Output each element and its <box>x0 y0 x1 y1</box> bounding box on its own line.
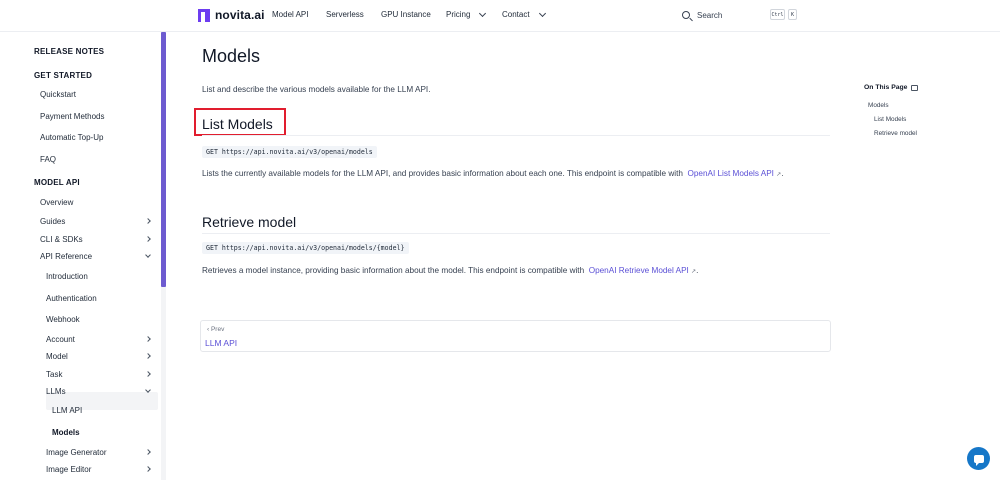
highlight-box <box>194 108 286 136</box>
sidebar-item-payment-methods[interactable]: Payment Methods <box>40 112 104 121</box>
sidebar-item-guides[interactable]: Guides <box>40 217 65 226</box>
nav-gpu-instance[interactable]: GPU Instance <box>381 10 431 19</box>
nav-label: Contact <box>502 10 530 19</box>
sidebar-section-release-notes[interactable]: RELEASE NOTES <box>34 47 104 56</box>
prev-page-card[interactable]: ‹ Prev LLM API <box>200 320 831 352</box>
link-openai-list-models[interactable]: OpenAI List Models API <box>687 169 773 178</box>
sidebar-item-llm-api[interactable]: LLM API <box>52 406 82 415</box>
sidebar-item-cli-sdks[interactable]: CLI & SDKs <box>40 235 83 244</box>
toc-item-models[interactable]: Models <box>868 102 889 109</box>
endpoint-retrieve-model: GET https://api.novita.ai/v3/openai/mode… <box>202 242 409 254</box>
toc-item-list-models[interactable]: List Models <box>874 116 906 123</box>
intro-text: List and describe the various models ava… <box>202 85 431 94</box>
nav-label: Serverless <box>326 10 364 19</box>
sidebar-item-authentication[interactable]: Authentication <box>46 294 97 303</box>
toc-title: On This Page <box>864 84 919 91</box>
list-models-description: Lists the currently available models for… <box>202 167 834 182</box>
trailing-period: . <box>696 266 699 275</box>
retrieve-model-description-text: Retrieves a model instance, providing ba… <box>202 266 585 275</box>
nav-serverless[interactable]: Serverless <box>326 10 364 19</box>
sidebar-item-automatic-top-up[interactable]: Automatic Top-Up <box>40 133 103 142</box>
sidebar-section-get-started[interactable]: GET STARTED <box>34 71 92 80</box>
heading-retrieve-model[interactable]: Retrieve model <box>202 214 296 230</box>
chat-button[interactable] <box>967 447 990 470</box>
search-label: Search <box>697 10 723 20</box>
nav-label: GPU Instance <box>381 10 431 19</box>
logo[interactable]: novita.ai <box>198 8 265 22</box>
sidebar-item-model[interactable]: Model <box>46 352 68 361</box>
top-header: novita.ai Model API Serverless GPU Insta… <box>0 0 1000 32</box>
list-models-description-text: Lists the currently available models for… <box>202 169 683 178</box>
chat-icon <box>973 454 984 466</box>
novita-logo-icon <box>198 8 210 22</box>
sidebar-item-webhook[interactable]: Webhook <box>46 315 80 324</box>
sidebar-item-faq[interactable]: FAQ <box>40 155 56 164</box>
page-title: Models <box>202 46 261 66</box>
toc-title-text: On This Page <box>864 84 908 91</box>
chevron-down-icon <box>479 9 487 17</box>
nav-pricing[interactable]: Pricing <box>446 9 487 19</box>
sidebar-section-model-api[interactable]: MODEL API <box>34 178 80 187</box>
nav-contact[interactable]: Contact <box>502 9 546 19</box>
divider <box>202 135 830 136</box>
chevron-down-icon <box>538 9 546 17</box>
sidebar-item-task[interactable]: Task <box>46 370 62 379</box>
divider <box>202 233 830 234</box>
sidebar-item-api-reference[interactable]: API Reference <box>40 252 92 261</box>
retrieve-model-description: Retrieves a model instance, providing ba… <box>202 264 834 279</box>
nav-label: Model API <box>272 10 309 19</box>
sidebar-item-introduction[interactable]: Introduction <box>46 272 88 281</box>
sidebar-scrollbar[interactable] <box>161 32 166 480</box>
sidebar-item-llms[interactable]: LLMs <box>46 387 66 396</box>
sidebar-item-account[interactable]: Account <box>46 335 75 344</box>
nav-model-api[interactable]: Model API <box>272 10 308 19</box>
logo-text: novita.ai <box>215 8 265 22</box>
sidebar-item-overview[interactable]: Overview <box>40 198 73 207</box>
sidebar-item-image-generator[interactable]: Image Generator <box>46 448 106 457</box>
search-icon <box>682 11 690 19</box>
kbd-ctrl: Ctrl <box>770 9 785 20</box>
kbd-k: K <box>788 9 797 20</box>
sidebar-item-image-editor[interactable]: Image Editor <box>46 465 91 474</box>
search-input[interactable]: Search Ctrl K <box>676 6 802 24</box>
sidebar-scroll-thumb[interactable] <box>161 32 166 287</box>
nav-label: Pricing <box>446 10 471 19</box>
endpoint-list-models: GET https://api.novita.ai/v3/openai/mode… <box>202 146 377 158</box>
link-openai-retrieve-model[interactable]: OpenAI Retrieve Model API <box>589 266 689 275</box>
print-icon[interactable] <box>911 84 919 91</box>
trailing-period: . <box>781 169 784 178</box>
sidebar-item-quickstart[interactable]: Quickstart <box>40 90 76 99</box>
prev-label: ‹ Prev <box>207 326 225 333</box>
toc-item-retrieve-model[interactable]: Retrieve model <box>874 130 917 137</box>
prev-page-link[interactable]: LLM API <box>205 338 237 348</box>
sidebar-item-models[interactable]: Models <box>52 428 80 437</box>
